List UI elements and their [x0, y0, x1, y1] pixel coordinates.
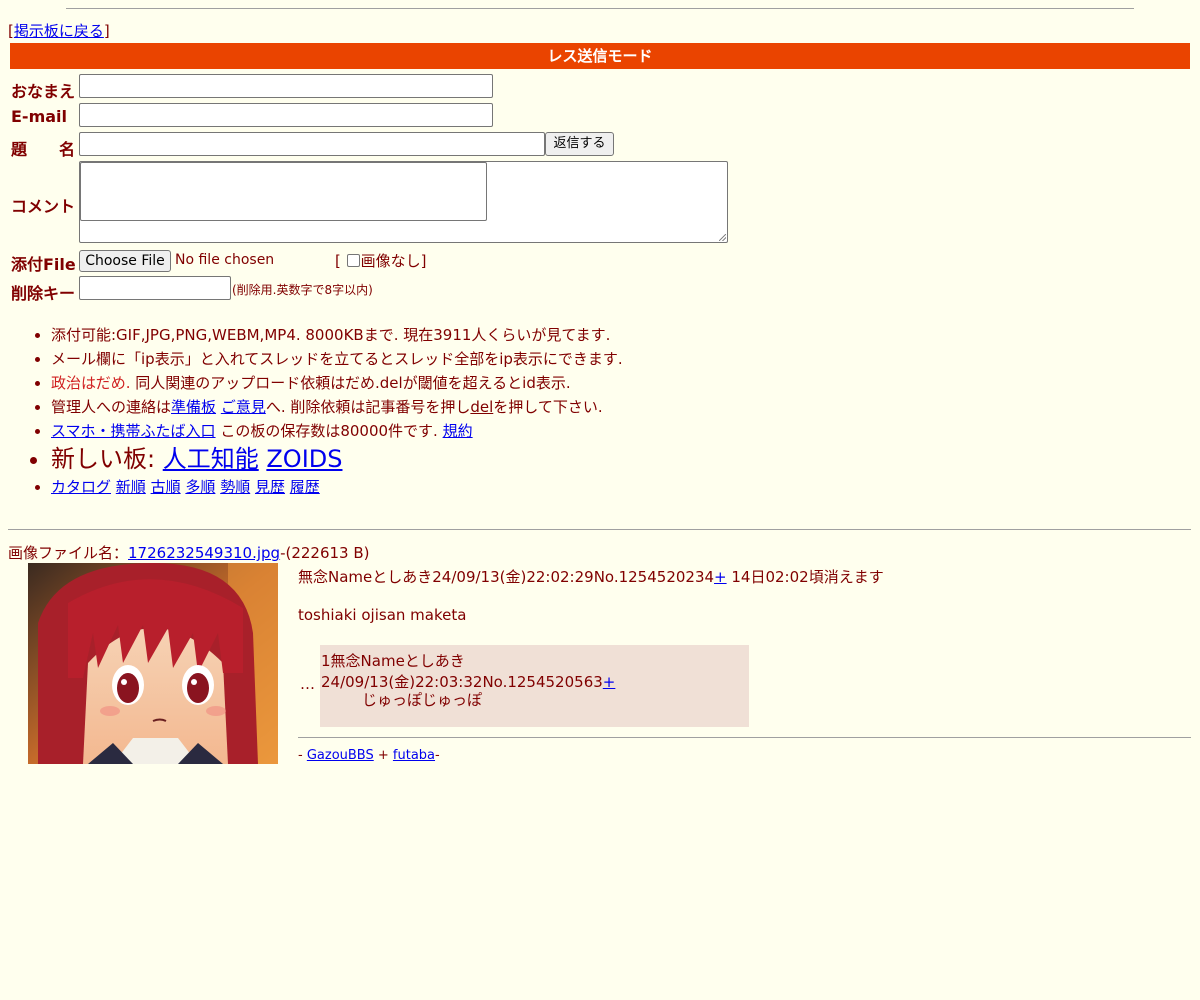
- reply-quote-plus-link[interactable]: +: [603, 673, 616, 691]
- rule-item: メール欄に「ip表示」と入れてスレッドを立てるとスレッド全部をip表示にできます…: [51, 347, 951, 371]
- reply-comment: じゅっぽじゅっぽ: [362, 691, 483, 709]
- footer-suffix: -: [435, 748, 440, 763]
- feedback-link[interactable]: ご意見: [221, 398, 266, 416]
- footer-prefix: -: [298, 748, 307, 763]
- submit-reply-button[interactable]: 返信する: [545, 132, 614, 156]
- reply-post: 1無念Nameとしあき24/09/13(金)22:03:32No.1254520…: [320, 645, 749, 727]
- preparation-board-link[interactable]: 準備板: [171, 398, 216, 416]
- delete-key-input[interactable]: [79, 276, 231, 300]
- no-image-option: [ 画像なし]: [335, 250, 427, 271]
- rule-item: スマホ・携帯ふたば入口 この板の保存数は80000件です. 規約: [51, 419, 951, 443]
- delete-key-note: (削除用.英数字で8字以内): [232, 283, 373, 297]
- resize-handle-icon[interactable]: [719, 234, 726, 241]
- board-rules-list: 添付可能:GIF,JPG,PNG,WEBM,MP4. 8000KBまで. 現在3…: [8, 323, 951, 499]
- image-file-info: 画像ファイル名：1726232549310.jpg-(222613 B): [8, 542, 370, 563]
- back-bracket-close: ]: [103, 22, 110, 40]
- name-input[interactable]: [79, 74, 493, 98]
- rule-item: 政治はだめ. 同人関連のアップロード依頼はだめ.delが閾値を超えるとid表示.: [51, 371, 951, 395]
- rule-text: 管理人への連絡は: [51, 398, 172, 416]
- subject-input[interactable]: [79, 132, 545, 156]
- new-boards-text: 新しい板:: [51, 445, 163, 473]
- footer-sep: +: [373, 748, 393, 763]
- file-size: -(222613 B): [280, 544, 370, 562]
- reply-meta: 1無念Nameとしあき24/09/13(金)22:03:32No.1254520…: [321, 652, 603, 691]
- no-image-checkbox[interactable]: [346, 254, 360, 267]
- back-nav: [掲示板に戻る]: [8, 20, 110, 41]
- rule-item: 管理人への連絡は準備板 ご意見へ. 削除依頼は記事番号を押しdelを押して下さい…: [51, 395, 951, 419]
- no-file-text: No file chosen: [175, 252, 275, 268]
- rule-text: メール欄に「ip表示」と入れてスレッドを立てるとスレッド全部をip表示にできます…: [51, 350, 623, 368]
- sort-newest-link[interactable]: 新順: [116, 478, 146, 496]
- del-word: del: [470, 398, 494, 416]
- reply-mode-banner: レス送信モード: [10, 43, 1190, 69]
- terms-link[interactable]: 規約: [443, 422, 473, 440]
- comment-textarea-inner: [80, 162, 487, 221]
- viewed-history-link[interactable]: 見歴: [255, 478, 285, 496]
- top-divider: [66, 8, 1134, 9]
- footer-credits: - GazouBBS + futaba-: [298, 748, 440, 763]
- no-image-label: 画像なし: [360, 252, 421, 270]
- delete-key-label: 削除キー: [11, 284, 76, 303]
- post-history-link[interactable]: 履歴: [290, 478, 320, 496]
- op-post-meta: 無念Nameとしあき24/09/13(金)22:02:29No.12545202…: [298, 568, 715, 586]
- no-image-bracket-open: [: [335, 252, 341, 270]
- footer-divider: [298, 737, 1191, 738]
- image-file-link[interactable]: 1726232549310.jpg: [128, 544, 280, 562]
- ai-board-link[interactable]: 人工知能: [163, 445, 259, 473]
- sort-momentum-link[interactable]: 勢順: [220, 478, 250, 496]
- sort-oldest-link[interactable]: 古順: [151, 478, 181, 496]
- subject-label: 題 名: [11, 140, 76, 159]
- rule-item-sort-links: カタログ 新順 古順 多順 勢順 見歴 履歴: [51, 475, 951, 499]
- comment-label: コメント: [11, 197, 76, 216]
- back-to-board-link[interactable]: 掲示板に戻る: [14, 22, 104, 40]
- rule-item-new-boards: 新しい板: 人工知能 ZOIDS: [51, 443, 951, 475]
- file-prefix: 画像ファイル名：: [8, 544, 129, 562]
- gazoubbs-link[interactable]: GazouBBS: [307, 748, 374, 763]
- email-input[interactable]: [79, 103, 493, 127]
- choose-file-button[interactable]: Choose File: [79, 250, 171, 272]
- rule-text: この板の保存数は80000件です.: [215, 422, 443, 440]
- rule-text: 添付可能:GIF,JPG,PNG,WEBM,MP4. 8000KBまで. 現在3…: [51, 326, 611, 344]
- rule-item: 添付可能:GIF,JPG,PNG,WEBM,MP4. 8000KBまで. 現在3…: [51, 323, 951, 347]
- rule-text: へ. 削除依頼は記事番号を押し: [265, 398, 471, 416]
- op-expire-text: 14日02:02頃消えます: [726, 568, 884, 586]
- zoids-board-link[interactable]: ZOIDS: [266, 445, 342, 473]
- mobile-entrance-link[interactable]: スマホ・携帯ふたば入口: [51, 422, 216, 440]
- op-comment: toshiaki ojisan maketa: [298, 606, 467, 624]
- sort-most-replies-link[interactable]: 多順: [185, 478, 215, 496]
- thread-divider: [8, 529, 1191, 530]
- email-label: E-mail: [11, 107, 68, 126]
- thread-image-thumbnail[interactable]: [28, 563, 278, 764]
- politics-warning: 政治はだめ.: [51, 374, 131, 392]
- rule-text: 同人関連のアップロード依頼はだめ.delが閾値を超えるとid表示.: [130, 374, 571, 392]
- op-post-header: 無念Nameとしあき24/09/13(金)22:02:29No.12545202…: [298, 566, 884, 587]
- reply-header: 1無念Nameとしあき24/09/13(金)22:03:32No.1254520…: [321, 650, 749, 692]
- no-image-bracket-close: ]: [420, 252, 427, 270]
- name-label: おなまえ: [11, 82, 76, 101]
- reply-ellipsis: …: [300, 675, 315, 693]
- file-label: 添付File: [11, 255, 76, 274]
- rule-text: を押して下さい.: [493, 398, 603, 416]
- futaba-link[interactable]: futaba: [393, 748, 435, 763]
- catalog-link[interactable]: カタログ: [51, 478, 111, 496]
- comment-textarea[interactable]: [79, 161, 728, 243]
- op-quote-plus-link[interactable]: +: [714, 568, 727, 586]
- anime-girl-image: [28, 563, 278, 764]
